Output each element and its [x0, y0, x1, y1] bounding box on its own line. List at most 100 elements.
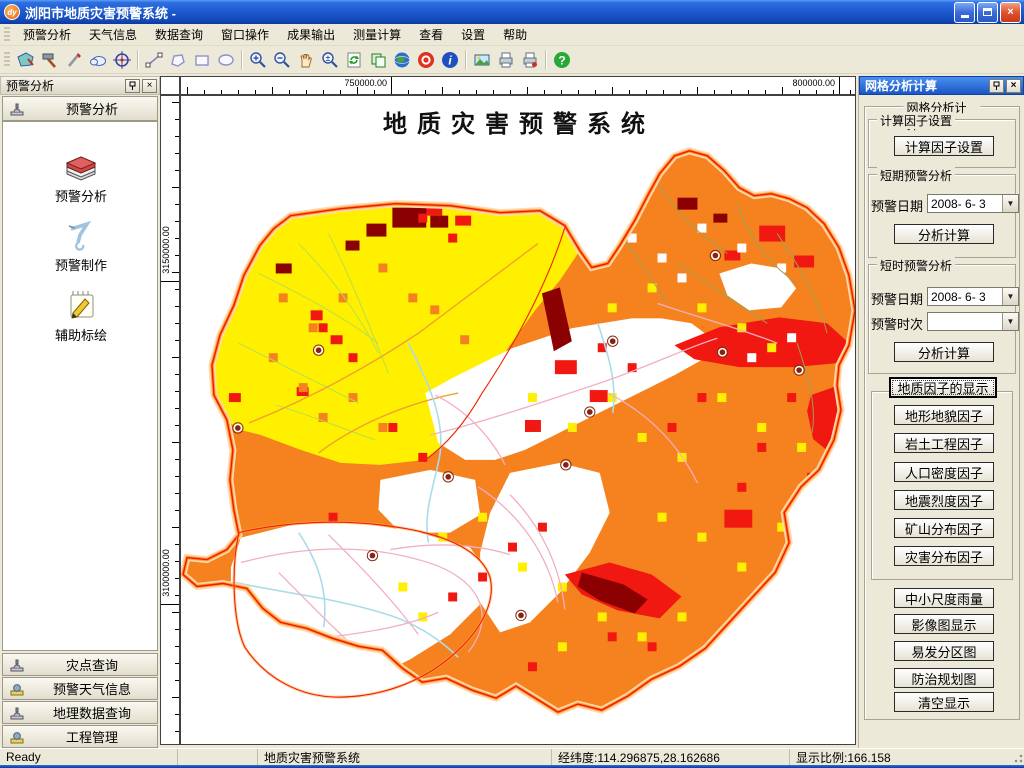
menu-help[interactable]: 帮助	[494, 23, 536, 46]
imagery-button[interactable]: 影像图显示	[894, 614, 994, 634]
section-label: 地理数据查询	[52, 706, 131, 721]
factor-setup-button[interactable]: 计算因子设置	[894, 136, 994, 156]
short-time-date-label: 预警日期	[871, 292, 924, 307]
population-factor-button[interactable]: 人口密度因子	[894, 462, 994, 482]
short-term-analyze-button[interactable]: 分析计算	[894, 224, 994, 244]
section-warning-weather-info[interactable]: 预警天气信息	[2, 677, 158, 700]
section-label: 工程管理	[65, 730, 118, 745]
select-map-icon[interactable]	[14, 48, 38, 72]
refresh-icon[interactable]	[342, 48, 366, 72]
zoom-out-icon[interactable]	[270, 48, 294, 72]
right-panel: 网格分析计算 × 网格分析计算 计算因子设置 计算因子设置 短期预警分析 预警日…	[858, 76, 1024, 748]
weather-hand-icon	[10, 731, 24, 743]
help-icon[interactable]: ?	[550, 48, 574, 72]
minimize-button[interactable]	[954, 1, 975, 23]
right-panel-pin-button[interactable]	[989, 78, 1004, 93]
menu-measure-calc[interactable]: 测量计算	[344, 23, 410, 46]
section-project-management[interactable]: 工程管理	[2, 725, 158, 748]
menu-data-query[interactable]: 数据查询	[146, 23, 212, 46]
zoom-center-icon[interactable]: ±	[318, 48, 342, 72]
menu-settings[interactable]: 设置	[452, 23, 494, 46]
svg-text:±: ±	[326, 54, 331, 63]
menu-weather-info[interactable]: 天气信息	[80, 23, 146, 46]
left-panel-pin-button[interactable]	[125, 78, 140, 93]
mine-factor-button[interactable]: 矿山分布因子	[894, 518, 994, 538]
short-term-group: 短期预警分析	[868, 167, 1016, 258]
map-title: 地质灾害预警系统	[383, 109, 655, 138]
pan-hand-icon[interactable]	[294, 48, 318, 72]
line-tool-icon[interactable]	[142, 48, 166, 72]
chevron-down-icon[interactable]: ▼	[1002, 195, 1018, 212]
seismic-factor-button[interactable]: 地震烈度因子	[894, 490, 994, 510]
tool-warning-analysis[interactable]: 预警分析	[3, 148, 159, 205]
stop-icon[interactable]	[414, 48, 438, 72]
status-spacer	[178, 749, 258, 765]
cloud-icon[interactable]	[86, 48, 110, 72]
zoom-in-icon[interactable]	[246, 48, 270, 72]
stamp-icon	[10, 707, 24, 719]
rect-tool-icon[interactable]	[190, 48, 214, 72]
toolbar-grip[interactable]	[4, 51, 10, 68]
menu-warning-analysis[interactable]: 预警分析	[14, 23, 80, 46]
clear-display-button[interactable]: 清空显示	[894, 692, 994, 712]
vertical-ruler: 3150000.00 3100000.00	[160, 95, 180, 745]
image-view-icon[interactable]	[470, 48, 494, 72]
prevention-plan-button[interactable]: 防治规划图	[894, 668, 994, 688]
section-label: 灾点查询	[65, 658, 118, 673]
short-time-session-combo[interactable]: ▼	[927, 312, 1019, 331]
info-icon[interactable]: i	[438, 48, 462, 72]
menu-result-output[interactable]: 成果输出	[278, 23, 344, 46]
chevron-down-icon[interactable]: ▼	[1002, 313, 1018, 330]
rainfall-button[interactable]: 中小尺度雨量	[894, 588, 994, 608]
menu-grip[interactable]	[4, 26, 10, 43]
hammer-icon[interactable]	[38, 48, 62, 72]
globe-icon[interactable]	[390, 48, 414, 72]
status-ready: Ready	[0, 749, 178, 765]
restore-button[interactable]	[977, 1, 998, 23]
menu-view[interactable]: 查看	[410, 23, 452, 46]
layers-copy-icon[interactable]	[366, 48, 390, 72]
section-disaster-point-query[interactable]: 灾点查询	[2, 653, 158, 676]
chevron-down-icon[interactable]: ▼	[1002, 288, 1018, 305]
pick-icon[interactable]	[62, 48, 86, 72]
susceptibility-map-button[interactable]: 易发分区图	[894, 641, 994, 661]
toolbar-separator	[241, 49, 243, 70]
ellipse-tool-icon[interactable]	[214, 48, 238, 72]
status-coordinates: 经纬度:114.296875,28.162686	[552, 749, 790, 765]
sketch-notepad-icon	[70, 291, 94, 319]
resize-grip-icon[interactable]	[1010, 750, 1024, 764]
tool-label: 预警制作	[54, 258, 107, 273]
right-panel-close-button[interactable]: ×	[1006, 78, 1021, 93]
short-term-date-combo[interactable]: 2008- 6- 3 ▼	[927, 194, 1019, 213]
short-time-analyze-button[interactable]: 分析计算	[894, 342, 994, 362]
polygon-tool-icon[interactable]	[166, 48, 190, 72]
short-time-date-combo[interactable]: 2008- 6- 3 ▼	[927, 287, 1019, 306]
disaster-factor-button[interactable]: 灾害分布因子	[894, 546, 994, 566]
combo-value: 2008- 6- 3	[931, 290, 986, 304]
left-panel-caption: 预警分析 ×	[0, 76, 160, 95]
close-button[interactable]: ×	[1000, 1, 1021, 23]
target-icon[interactable]	[110, 48, 134, 72]
tool-sketch[interactable]: 辅助标绘	[3, 287, 159, 344]
left-panel-close-button[interactable]: ×	[142, 78, 157, 93]
warning-analysis-book-icon	[65, 156, 97, 181]
section-geo-data-query[interactable]: 地理数据查询	[2, 701, 158, 724]
tool-warning-make[interactable]: 预警制作	[3, 217, 159, 274]
print-icon[interactable]	[494, 48, 518, 72]
toolbar-separator	[465, 49, 467, 70]
status-bar: Ready 地质灾害预警系统 经纬度:114.296875,28.162686 …	[0, 748, 1024, 765]
terrain-factor-button[interactable]: 地形地貌因子	[894, 405, 994, 425]
tool-bar: ± i ?	[0, 46, 1024, 74]
toolbar-separator	[545, 49, 547, 70]
menu-bar: 预警分析 天气信息 数据查询 窗口操作 成果输出 测量计算 查看 设置 帮助	[0, 24, 1024, 46]
short-time-session-label: 预警时次	[871, 317, 924, 332]
geo-factor-display-button[interactable]: 地质因子的显示	[889, 377, 997, 398]
left-panel-header[interactable]: 预警分析	[2, 96, 158, 121]
map-canvas[interactable]: 地质灾害预警系统	[180, 95, 856, 745]
print-preview-icon[interactable]	[518, 48, 542, 72]
left-panel: 预警分析 × 预警分析 预警分析 预警制作 辅助标绘 灾点查询 预警天气信息 地…	[0, 76, 160, 748]
svg-text:?: ?	[558, 53, 565, 67]
geotech-factor-button[interactable]: 岩土工程因子	[894, 433, 994, 453]
menu-window-ops[interactable]: 窗口操作	[212, 23, 278, 46]
app-logo-icon: dy	[4, 4, 20, 20]
